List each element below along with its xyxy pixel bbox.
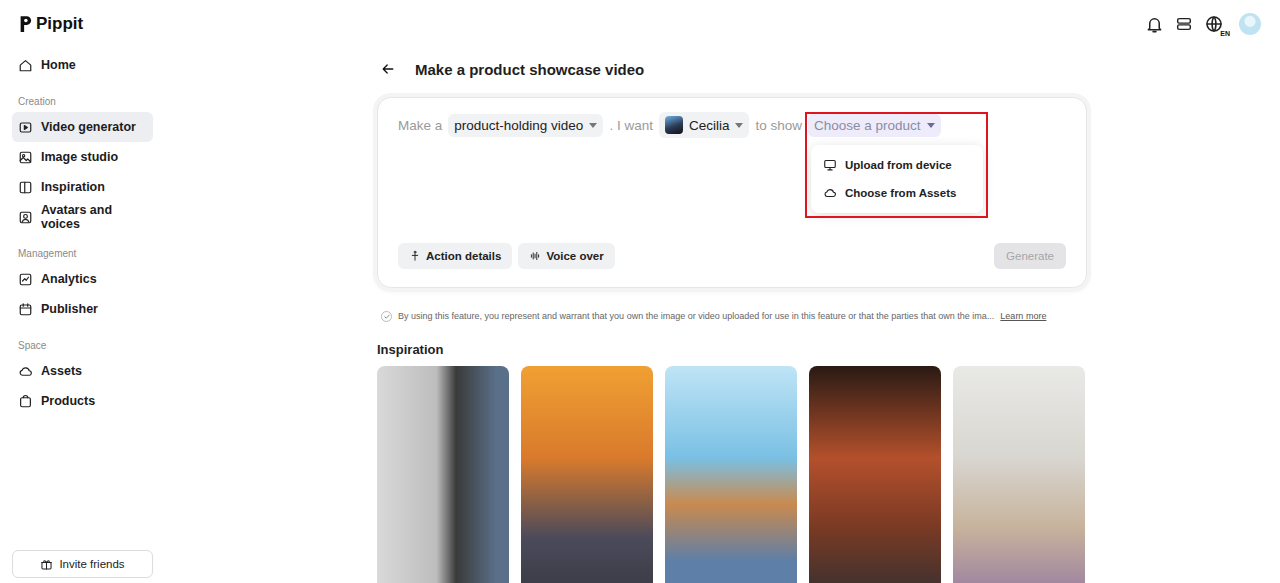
bell-icon[interactable] xyxy=(1145,15,1164,34)
caret-icon xyxy=(927,123,935,128)
waveform-icon xyxy=(529,250,541,262)
menu-item-label: Choose from Assets xyxy=(845,187,956,199)
inspiration-tile[interactable] xyxy=(953,366,1085,583)
invite-button[interactable]: Invite friends xyxy=(12,550,153,578)
inspiration-icon xyxy=(18,180,33,195)
inspiration-tile[interactable] xyxy=(809,366,941,583)
content: Make a product showcase video Make a produ… xyxy=(377,48,1087,583)
figure-icon xyxy=(409,250,421,262)
sidebar-item-label: Analytics xyxy=(41,272,97,286)
section-title: Creation xyxy=(12,90,153,112)
user-avatar[interactable] xyxy=(1239,13,1261,35)
sidebar-item[interactable]: Image studio xyxy=(12,142,153,172)
prompt-sentence: Make a product-holding video . I want Cecil… xyxy=(398,112,1066,138)
sidebar-item-label: Publisher xyxy=(41,302,98,316)
sidebar-item[interactable]: Home xyxy=(12,50,153,80)
prompt-option[interactable]: Cecilia xyxy=(659,112,750,138)
menu-item-label: Upload from device xyxy=(845,159,952,171)
monitor-icon xyxy=(823,158,837,172)
learn-more-link[interactable]: Learn more xyxy=(1000,311,1046,321)
prompt-option[interactable]: product-holding video xyxy=(448,114,603,137)
sidebar-item[interactable]: Analytics xyxy=(12,264,153,294)
video-icon xyxy=(18,120,33,135)
main-area: EN Make a product showcase video Make a pro… xyxy=(165,0,1280,583)
logo[interactable]: Pippit xyxy=(12,0,153,48)
tick-icon xyxy=(384,314,390,319)
option-button-label: Voice over xyxy=(546,250,603,262)
home-icon xyxy=(18,58,33,73)
top-bar: EN xyxy=(165,0,1280,48)
section-title: Management xyxy=(12,242,153,264)
language-code: EN xyxy=(1219,30,1231,38)
prompt-card: Make a product-holding video . I want Cecil… xyxy=(377,97,1087,288)
card-actions: Action details Voice over Generate xyxy=(398,243,1066,269)
sidebar-item[interactable]: Assets xyxy=(12,356,153,386)
section-title: Space xyxy=(12,334,153,356)
prompt-text: Make a xyxy=(398,118,442,133)
chart-icon xyxy=(18,272,33,287)
caret-icon xyxy=(735,123,743,128)
disclaimer: By using this feature, you represent and… xyxy=(377,308,1087,324)
cloud-icon xyxy=(18,364,33,379)
option-dropdown[interactable]: Cecilia xyxy=(659,112,750,138)
logo-text: Pippit xyxy=(36,14,83,34)
sidebar-item[interactable]: Publisher xyxy=(12,294,153,324)
prompt-word: . I want xyxy=(609,118,653,133)
inspiration-gallery xyxy=(377,366,1087,583)
dropdown-menu: Upload from device Choose from Assets xyxy=(811,145,983,213)
sidebar-item[interactable]: Inspiration xyxy=(12,172,153,202)
generate-label: Generate xyxy=(1006,250,1054,262)
sidebar-item[interactable]: Video generator xyxy=(12,112,153,142)
product-dropdown[interactable]: Choose a product xyxy=(808,114,941,137)
image-icon xyxy=(18,150,33,165)
back-arrow-icon[interactable] xyxy=(380,61,396,77)
avatar-icon xyxy=(18,210,33,225)
menu-item[interactable]: Choose from Assets xyxy=(811,179,983,207)
prompt-text: to show xyxy=(755,118,802,133)
sidebar-item-label: Inspiration xyxy=(41,180,105,194)
language-switch[interactable]: EN xyxy=(1204,13,1228,35)
dropdown-value: Choose a product xyxy=(814,118,921,133)
sidebar-item-label: Assets xyxy=(41,364,82,378)
option-button-label: Action details xyxy=(426,250,501,262)
page-title: Make a product showcase video xyxy=(415,61,644,78)
credits-icon[interactable] xyxy=(1175,15,1193,33)
generate-button[interactable]: Generate xyxy=(994,243,1066,269)
prompt-option[interactable]: Choose a productUpload from deviceChoose… xyxy=(808,114,941,137)
logo-icon xyxy=(18,15,32,33)
cloud-icon xyxy=(823,186,837,200)
prompt-text: . I want xyxy=(609,118,653,133)
title-row: Make a product showcase video xyxy=(377,52,1087,86)
sidebar-item-label: Home xyxy=(41,58,76,72)
inspiration-tile[interactable] xyxy=(665,366,797,583)
sidebar-item-label: Avatars and voices xyxy=(41,203,153,231)
option-button[interactable]: Voice over xyxy=(518,243,614,269)
option-dropdown[interactable]: product-holding video xyxy=(448,114,603,137)
sidebar-item-label: Image studio xyxy=(41,150,118,164)
dropdown-value: Cecilia xyxy=(689,118,730,133)
caret-icon xyxy=(589,123,597,128)
disclaimer-text: By using this feature, you represent and… xyxy=(398,311,994,321)
sidebar-item-label: Video generator xyxy=(41,120,136,134)
avatar-thumbnail xyxy=(665,116,683,134)
sidebar-item[interactable]: Products xyxy=(12,386,153,416)
sidebar-item[interactable]: Avatars and voices xyxy=(12,202,153,232)
menu-item[interactable]: Upload from device xyxy=(811,151,983,179)
gift-icon xyxy=(40,558,53,571)
sidebar-item-label: Products xyxy=(41,394,95,408)
consent-checkbox[interactable] xyxy=(381,311,392,322)
option-button[interactable]: Action details xyxy=(398,243,512,269)
dropdown-value: product-holding video xyxy=(454,118,583,133)
sidebar: Pippit Home Creation Video generator Image s… xyxy=(0,0,165,583)
invite-label: Invite friends xyxy=(59,558,124,570)
calendar-icon xyxy=(18,302,33,317)
inspiration-heading: Inspiration xyxy=(377,342,1087,358)
bag-icon xyxy=(18,394,33,409)
prompt-word: to show xyxy=(755,118,802,133)
inspiration-tile[interactable] xyxy=(521,366,653,583)
inspiration-tile[interactable] xyxy=(377,366,509,583)
prompt-word: Make a xyxy=(398,118,442,133)
